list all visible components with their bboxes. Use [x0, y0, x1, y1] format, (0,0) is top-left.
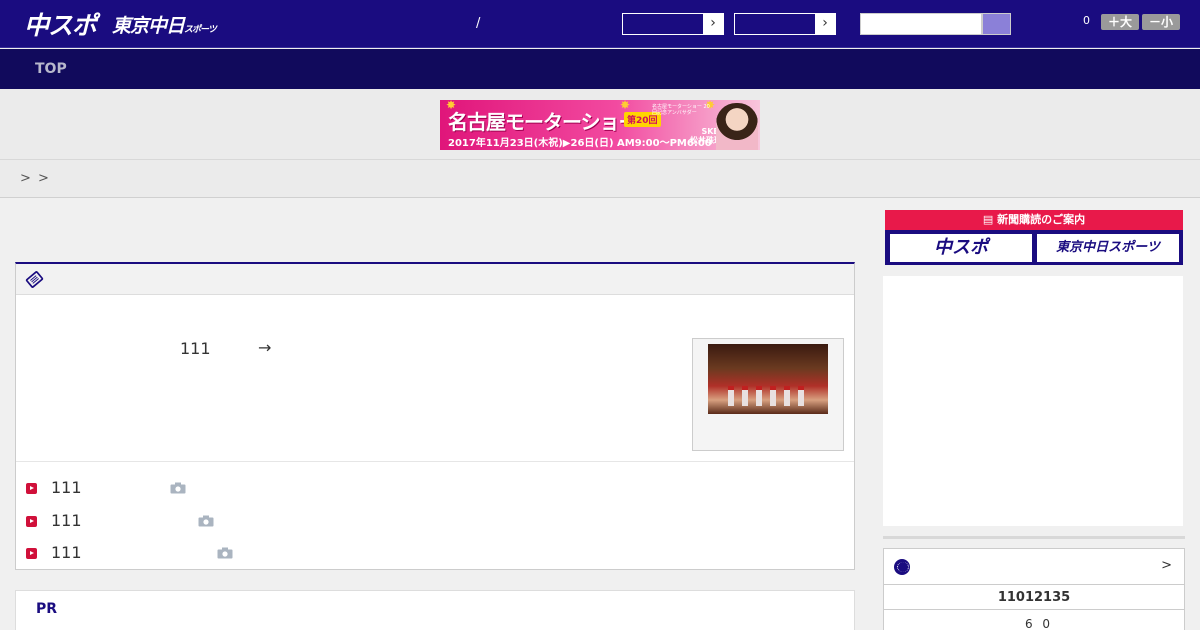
logo-chuspo[interactable]: 中スポ	[24, 6, 97, 42]
newspaper-icon: ▤	[982, 213, 998, 226]
ticket-icon	[25, 271, 44, 288]
subscribe-chuspo-button[interactable]: 中スポ	[889, 233, 1033, 263]
score-date: 11012135	[884, 586, 1184, 610]
chevron-right-icon[interactable]: ›	[815, 14, 835, 34]
play-icon	[26, 516, 37, 527]
header-divider: /	[476, 16, 481, 31]
nav-item-top[interactable]: TOP	[35, 61, 67, 77]
panel-header	[16, 264, 854, 295]
font-size-counter: 0	[1083, 14, 1090, 27]
camera-icon	[217, 547, 233, 559]
header-select-1[interactable]: ›	[622, 13, 724, 35]
article-panel: 111 → 111 111 111	[15, 262, 855, 570]
font-smaller-button[interactable]: －小	[1142, 14, 1180, 30]
sidebar-divider	[883, 536, 1185, 539]
camera-icon	[170, 482, 186, 494]
banner-small-text: 名古屋モーターショー 20回記念アンバサダー	[652, 104, 710, 116]
camera-icon	[198, 515, 214, 527]
search-input[interactable]	[860, 13, 982, 35]
pr-section: PR	[15, 590, 855, 630]
baseball-icon	[894, 559, 910, 575]
score-header: >	[884, 549, 1184, 585]
list-item[interactable]: 111	[26, 511, 246, 531]
subscribe-tokyo-chunichi-button[interactable]: 東京中日スポーツ	[1036, 233, 1180, 263]
list-item-number: 111	[51, 543, 82, 562]
score-more-link[interactable]: >	[1161, 558, 1172, 573]
motor-show-banner[interactable]: ✸ ✸ ✸ 名古屋モーターショー 第20回 名古屋モーターショー 20回記念アン…	[440, 100, 760, 150]
chevron-right-icon[interactable]: ›	[703, 14, 723, 34]
font-larger-button[interactable]: ＋大	[1101, 14, 1139, 30]
score-value: 6 0	[1024, 617, 1054, 630]
headline-thumbnail[interactable]	[692, 338, 844, 451]
sidebar-ad[interactable]	[883, 276, 1183, 526]
banner-band: ✸ ✸ ✸ 名古屋モーターショー 第20回 名古屋モーターショー 20回記念アン…	[0, 89, 1200, 160]
subscription-title: 新聞購読のご案内	[997, 213, 1086, 226]
headline-number[interactable]: 111	[180, 339, 211, 358]
banner-title: 名古屋モーターショー	[448, 110, 639, 134]
list-item-number: 111	[51, 511, 82, 530]
breadcrumb: > >	[0, 160, 1200, 198]
logo-tokyo-chunichi[interactable]: 東京中日スポーツ	[112, 11, 217, 38]
main-nav: TOP	[0, 49, 1200, 89]
site-header: 中スポ 東京中日スポーツ / › › 0 ＋大 －小	[0, 0, 1200, 48]
banner-portrait	[716, 103, 758, 150]
breadcrumb-separator: >	[20, 171, 31, 186]
pr-label: PR	[36, 601, 58, 617]
search-button[interactable]	[982, 13, 1011, 35]
panel-divider	[16, 461, 854, 462]
list-item[interactable]: 111	[26, 478, 226, 498]
logo-tokyo-text: 東京中日	[112, 15, 185, 37]
play-icon	[26, 483, 37, 494]
list-item-number: 111	[51, 478, 82, 497]
header-select-2[interactable]: ›	[734, 13, 836, 35]
subscription-box: ▤ 新聞購読のご案内 中スポ 東京中日スポーツ	[885, 210, 1183, 265]
play-icon	[26, 548, 37, 559]
logo-tokyo-small: スポーツ	[184, 25, 217, 35]
banner-dates: 2017年11月23日(木祝)▶26日(日) AM9:00〜PM6:00	[448, 138, 712, 149]
headline-arrow-icon: →	[258, 338, 272, 357]
breadcrumb-separator: >	[38, 171, 49, 186]
list-item[interactable]: 111	[26, 543, 266, 563]
thumbnail-image	[708, 344, 828, 414]
baseball-score-box: > 11012135 6 0	[883, 548, 1185, 630]
subscription-header: ▤ 新聞購読のご案内	[885, 210, 1183, 230]
